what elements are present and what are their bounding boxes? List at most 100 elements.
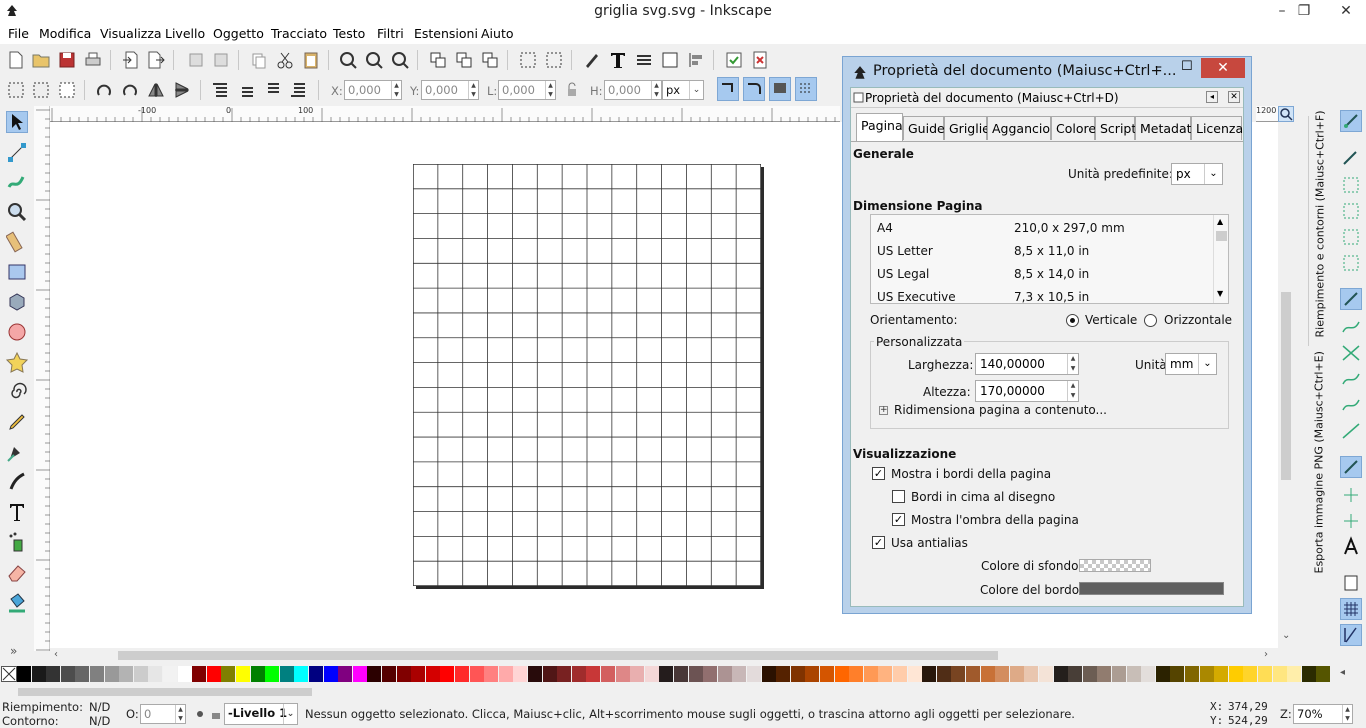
tab-aggancio[interactable]: Aggancio <box>987 116 1051 140</box>
color-swatch[interactable] <box>1258 666 1272 682</box>
menu-oggetto[interactable]: Oggetto <box>213 26 264 41</box>
menu-estensioni[interactable]: Estensioni <box>414 26 478 41</box>
color-swatch[interactable] <box>820 666 834 682</box>
color-swatch[interactable] <box>206 666 221 682</box>
scale-stroke-toggle[interactable] <box>717 77 739 101</box>
color-swatch[interactable] <box>440 666 455 682</box>
color-swatch[interactable] <box>703 666 718 682</box>
new-document-icon[interactable] <box>6 50 26 70</box>
color-swatch[interactable] <box>863 666 878 682</box>
background-color-swatch[interactable] <box>1079 559 1151 572</box>
y-input[interactable]: 0,000 ▲ ▼ <box>421 80 479 100</box>
transform-gradient-toggle[interactable] <box>769 77 791 101</box>
color-swatch[interactable] <box>586 666 601 682</box>
copy-icon[interactable] <box>249 50 269 70</box>
color-swatch[interactable] <box>980 666 995 682</box>
svg-grid-page[interactable] <box>413 164 761 586</box>
color-swatch[interactable] <box>221 666 236 682</box>
color-swatch[interactable] <box>922 666 937 682</box>
color-swatch[interactable] <box>659 666 674 682</box>
height-input[interactable]: 0,000 ▲ ▼ <box>604 80 662 100</box>
color-swatch[interactable] <box>1053 666 1068 682</box>
width-input[interactable]: 0,000 ▲ ▼ <box>498 80 556 100</box>
color-swatch[interactable] <box>951 666 966 682</box>
color-swatch[interactable] <box>732 666 747 682</box>
page-width-input[interactable]: 140,00000 ▲ ▼ <box>975 353 1079 375</box>
antialias-checkbox[interactable]: ✓ <box>872 536 885 549</box>
color-swatch[interactable] <box>367 666 382 682</box>
x-stepper[interactable]: ▲ ▼ <box>391 81 401 99</box>
export-png-tab[interactable]: Esporta immagine PNG (Maiusc+Ctrl+E) <box>1308 351 1326 582</box>
color-swatch[interactable] <box>878 666 893 682</box>
color-swatch[interactable] <box>46 666 61 682</box>
color-swatch[interactable] <box>1316 666 1330 682</box>
lower-to-bottom-icon[interactable] <box>288 80 308 100</box>
color-swatch[interactable] <box>425 666 440 682</box>
unit-select[interactable]: px ⌄ <box>662 80 704 100</box>
snap-bbox-corners-icon[interactable] <box>1340 200 1362 222</box>
color-swatch[interactable] <box>382 666 396 682</box>
cut-icon[interactable] <box>275 50 295 70</box>
color-swatch[interactable] <box>192 666 207 682</box>
open-icon[interactable] <box>31 50 51 70</box>
zoom-drawing-icon[interactable] <box>364 50 384 70</box>
zoom-input[interactable]: 70% ▲ ▼ <box>1293 704 1353 724</box>
color-swatch[interactable] <box>688 666 703 682</box>
node-tool-icon[interactable] <box>6 141 28 163</box>
text-font-icon[interactable] <box>608 50 628 70</box>
list-item[interactable]: US Letter 8,5 x 11,0 in <box>871 238 1211 261</box>
color-swatch[interactable] <box>323 666 338 682</box>
color-swatch[interactable] <box>119 666 134 682</box>
resize-to-content-expander[interactable]: Ridimensiona pagina a contenuto... <box>894 403 1107 417</box>
lock-ratio-icon[interactable] <box>562 80 582 100</box>
paint-bucket-tool-icon[interactable] <box>6 591 28 613</box>
raise-icon[interactable] <box>236 80 256 100</box>
stroke-value[interactable]: N/D <box>89 714 110 728</box>
color-swatch[interactable] <box>455 666 469 682</box>
scroll-down-icon[interactable]: ▼ <box>1217 289 1223 298</box>
color-swatch[interactable] <box>309 666 323 682</box>
snap-rotation-centers-icon[interactable] <box>1340 510 1362 532</box>
more-tools-icon[interactable]: » <box>10 644 17 658</box>
star-tool-icon[interactable] <box>6 351 28 373</box>
duplicate-icon[interactable] <box>428 50 448 70</box>
close-icon[interactable]: ✕ <box>1330 0 1362 22</box>
snap-paths-icon[interactable] <box>1340 316 1362 338</box>
color-swatch[interactable] <box>717 666 732 682</box>
fill-stroke-tab[interactable]: Riempimento e contorni (Maiusc+Ctrl+F) <box>1308 110 1327 346</box>
color-swatch[interactable] <box>1039 666 1053 682</box>
fill-value[interactable]: N/D <box>89 700 110 714</box>
deselect-icon[interactable] <box>57 80 77 100</box>
3d-box-tool-icon[interactable] <box>6 291 28 313</box>
color-swatch[interactable] <box>294 666 309 682</box>
color-swatch[interactable] <box>60 666 75 682</box>
paste-icon[interactable] <box>301 50 321 70</box>
menu-livello[interactable]: Livello <box>165 26 205 41</box>
snap-page-border-icon[interactable] <box>1340 572 1362 594</box>
snap-grid-toggle[interactable] <box>1340 598 1362 620</box>
horizontal-scrollbar[interactable]: ‹ › <box>50 648 1280 662</box>
snap-nodes-toggle[interactable] <box>1340 288 1362 310</box>
spray-tool-icon[interactable] <box>6 531 28 553</box>
color-swatch[interactable] <box>104 666 119 682</box>
color-swatch[interactable] <box>396 666 411 682</box>
show-shadow-checkbox[interactable]: ✓ <box>892 513 905 526</box>
undo-icon[interactable] <box>186 50 206 70</box>
color-swatch[interactable] <box>1141 666 1156 682</box>
scroll-down-icon[interactable]: ⌄ <box>1282 630 1290 641</box>
color-swatch[interactable] <box>995 666 1010 682</box>
pencil-tool-icon[interactable] <box>6 411 28 433</box>
vertical-scrollbar[interactable]: ⌄ <box>1278 122 1294 648</box>
list-item[interactable]: US Legal 8,5 x 14,0 in <box>871 261 1211 284</box>
tweak-tool-icon[interactable] <box>6 171 28 193</box>
scroll-right-icon[interactable]: › <box>1264 649 1268 660</box>
menu-modifica[interactable]: Modifica <box>39 26 91 41</box>
document-properties-icon[interactable] <box>750 50 770 70</box>
lower-icon[interactable] <box>262 80 282 100</box>
color-swatch[interactable] <box>907 666 922 682</box>
scroll-left-icon[interactable]: ‹ <box>54 649 58 660</box>
scale-corners-toggle[interactable] <box>743 77 765 101</box>
width-stepper[interactable]: ▲ ▼ <box>545 81 555 99</box>
export-icon[interactable] <box>146 50 166 70</box>
page-units-select[interactable]: mm ⌄ <box>1165 353 1217 375</box>
